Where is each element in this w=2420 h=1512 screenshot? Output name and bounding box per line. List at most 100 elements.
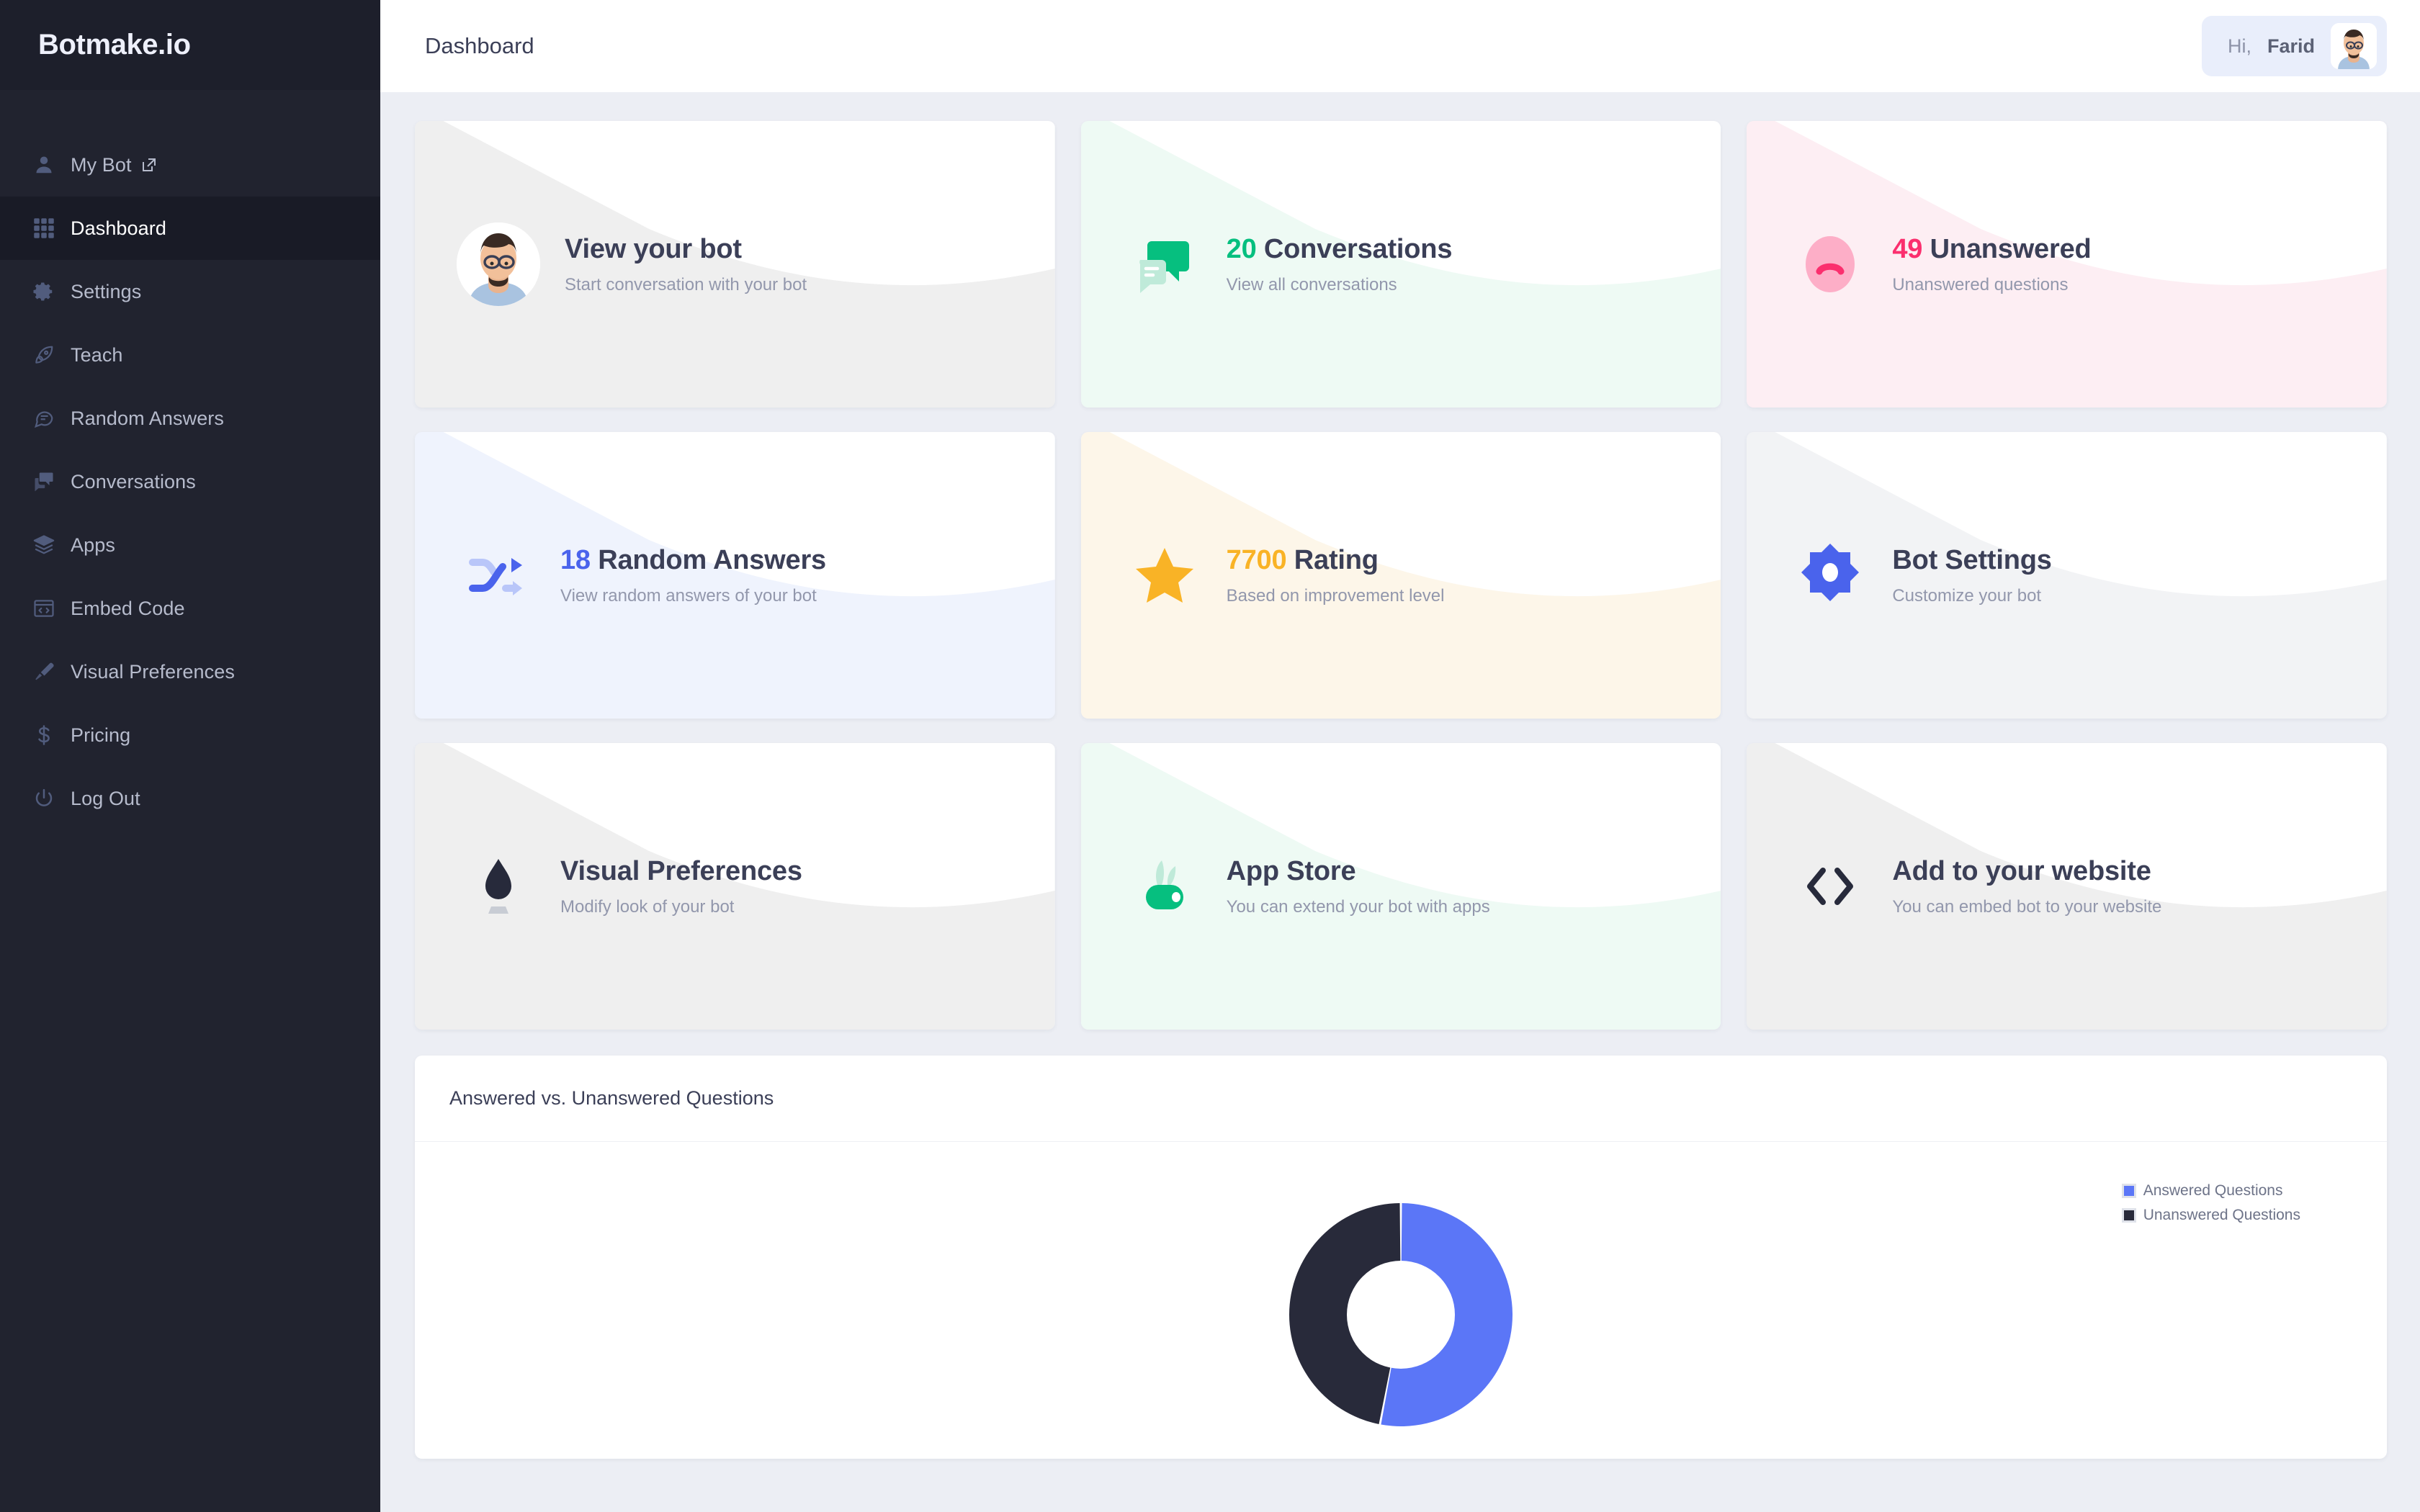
card-subtitle: Modify look of your bot bbox=[560, 896, 735, 917]
power-icon bbox=[33, 788, 71, 809]
user-name: Farid bbox=[2267, 35, 2315, 57]
card-content: Bot Settings Customize your bot bbox=[1747, 529, 2387, 621]
donut-svg bbox=[1289, 1203, 1512, 1426]
card-number: 20 bbox=[1226, 233, 1257, 264]
brand[interactable]: Botmake.io bbox=[0, 0, 380, 90]
sidebar-nav: My Bot Dashboard Settings Teach Random A… bbox=[0, 90, 380, 830]
card-rating[interactable]: 7700 Rating Based on improvement level bbox=[1080, 432, 1721, 719]
code-window-icon bbox=[33, 598, 71, 619]
card-title-text: Bot Settings bbox=[1892, 544, 2052, 575]
sidebar-item-label: Log Out bbox=[71, 787, 140, 809]
card-title-text: Conversations bbox=[1263, 233, 1453, 264]
sidebar-item-visual-preferences[interactable]: Visual Preferences bbox=[0, 640, 380, 703]
legend-swatch bbox=[2121, 1208, 2136, 1223]
card-title-text: App Store bbox=[1226, 855, 1356, 886]
rocket-icon bbox=[33, 344, 71, 366]
shuffle-icon bbox=[452, 529, 544, 621]
card-title-text: Rating bbox=[1294, 544, 1379, 575]
card-title: 18 Random Answers bbox=[560, 545, 826, 576]
card-title-text: Visual Preferences bbox=[560, 855, 802, 886]
top-bar: Dashboard Hi, Farid bbox=[380, 0, 2420, 92]
card-conversations[interactable]: 20 Conversations View all conversations bbox=[1080, 121, 1721, 408]
card-title-text: View your bot bbox=[565, 233, 742, 264]
card-title: View your bot bbox=[565, 234, 807, 265]
card-title-text: Add to your website bbox=[1892, 855, 2151, 886]
sidebar: Botmake.io My Bot Dashboard Settings Tea… bbox=[0, 0, 380, 1512]
card-title: 49 Unanswered bbox=[1892, 234, 2091, 265]
code-brackets-icon bbox=[1784, 840, 1876, 932]
sidebar-item-label: Apps bbox=[71, 534, 115, 556]
sidebar-item-label: Embed Code bbox=[71, 597, 185, 619]
dollar-icon bbox=[33, 724, 71, 746]
sidebar-item-apps[interactable]: Apps bbox=[0, 513, 380, 577]
page-title: Dashboard bbox=[425, 33, 534, 58]
card-visual-preferences[interactable]: Visual Preferences Modify look of your b… bbox=[415, 743, 1055, 1030]
card-content: 18 Random Answers View random answers of… bbox=[415, 529, 1055, 621]
card-bot-settings[interactable]: Bot Settings Customize your bot bbox=[1747, 432, 2387, 719]
card-title: 20 Conversations bbox=[1227, 234, 1453, 265]
chart-header: Answered vs. Unanswered Questions bbox=[415, 1056, 2387, 1142]
sidebar-item-my-bot[interactable]: My Bot bbox=[0, 133, 380, 197]
card-app-store[interactable]: App Store You can extend your bot with a… bbox=[1080, 743, 1721, 1030]
chat-bubble-lines-icon bbox=[33, 408, 71, 429]
sidebar-item-text: My Bot bbox=[71, 153, 132, 176]
main-region: Dashboard Hi, Farid View your bot Start … bbox=[380, 0, 2420, 1512]
card-subtitle: Based on improvement level bbox=[1226, 585, 1445, 606]
card-text: 20 Conversations View all conversations bbox=[1227, 234, 1453, 295]
seedling-icon bbox=[1119, 840, 1211, 932]
card-text: Add to your website You can embed bot to… bbox=[1892, 856, 2161, 917]
card-content: View your bot Start conversation with yo… bbox=[415, 222, 1055, 306]
star-icon bbox=[1119, 529, 1211, 621]
card-number: 7700 bbox=[1226, 544, 1287, 575]
sad-face-icon bbox=[1784, 218, 1876, 310]
card-unanswered[interactable]: 49 Unanswered Unanswered questions bbox=[1747, 121, 2387, 408]
content-area: View your bot Start conversation with yo… bbox=[380, 92, 2420, 1512]
card-subtitle: View all conversations bbox=[1226, 274, 1397, 294]
card-add-to-website[interactable]: Add to your website You can embed bot to… bbox=[1747, 743, 2387, 1030]
sidebar-item-pricing[interactable]: Pricing bbox=[0, 703, 380, 767]
sidebar-item-dashboard[interactable]: Dashboard bbox=[0, 197, 380, 260]
sidebar-item-random-answers[interactable]: Random Answers bbox=[0, 387, 380, 450]
card-title-text: Random Answers bbox=[598, 544, 826, 575]
sidebar-item-label: Conversations bbox=[71, 470, 196, 492]
sidebar-item-log-out[interactable]: Log Out bbox=[0, 767, 380, 830]
card-random-answers[interactable]: 18 Random Answers View random answers of… bbox=[415, 432, 1055, 719]
card-title: 7700 Rating bbox=[1227, 545, 1445, 576]
card-content: App Store You can extend your bot with a… bbox=[1081, 840, 1721, 932]
legend-item[interactable]: Answered Questions bbox=[2121, 1182, 2300, 1200]
sidebar-item-conversations[interactable]: Conversations bbox=[0, 450, 380, 513]
settings-flower-icon bbox=[1784, 529, 1876, 621]
sidebar-item-label: My Bot bbox=[71, 154, 158, 176]
card-text: 18 Random Answers View random answers of… bbox=[560, 545, 826, 606]
card-subtitle: Unanswered questions bbox=[1892, 274, 2069, 294]
card-text: View your bot Start conversation with yo… bbox=[565, 234, 807, 295]
external-link-icon bbox=[140, 156, 158, 174]
user-menu[interactable]: Hi, Farid bbox=[2201, 16, 2387, 76]
legend-label: Unanswered Questions bbox=[2143, 1207, 2300, 1223]
card-content: 7700 Rating Based on improvement level bbox=[1081, 529, 1721, 621]
gear-icon bbox=[33, 281, 71, 302]
brand-text: Botmake.io bbox=[38, 29, 191, 60]
card-text: 49 Unanswered Unanswered questions bbox=[1892, 234, 2091, 295]
sidebar-item-settings[interactable]: Settings bbox=[0, 260, 380, 323]
sidebar-item-label: Random Answers bbox=[71, 407, 224, 429]
chat-bubbles-icon bbox=[33, 471, 71, 492]
card-view-your-bot[interactable]: View your bot Start conversation with yo… bbox=[415, 121, 1055, 408]
grid-icon bbox=[33, 217, 71, 239]
card-content: Visual Preferences Modify look of your b… bbox=[415, 840, 1055, 932]
card-text: Visual Preferences Modify look of your b… bbox=[560, 856, 802, 917]
card-content: 20 Conversations View all conversations bbox=[1081, 218, 1721, 310]
paint-brush-icon bbox=[33, 661, 71, 683]
card-title: Visual Preferences bbox=[560, 856, 802, 887]
card-content: Add to your website You can embed bot to… bbox=[1747, 840, 2387, 932]
app-root: Botmake.io My Bot Dashboard Settings Tea… bbox=[0, 0, 2420, 1512]
card-subtitle: Start conversation with your bot bbox=[565, 274, 807, 294]
sidebar-item-teach[interactable]: Teach bbox=[0, 323, 380, 387]
legend-swatch bbox=[2121, 1184, 2136, 1198]
sidebar-item-embed-code[interactable]: Embed Code bbox=[0, 577, 380, 640]
legend-item[interactable]: Unanswered Questions bbox=[2121, 1207, 2300, 1224]
chart-panel: Answered vs. Unanswered Questions Answer… bbox=[415, 1056, 2387, 1459]
chart-body: Answered Questions Unanswered Questions bbox=[415, 1142, 2387, 1459]
avatar bbox=[2331, 23, 2377, 69]
sidebar-item-label: Teach bbox=[71, 343, 123, 366]
